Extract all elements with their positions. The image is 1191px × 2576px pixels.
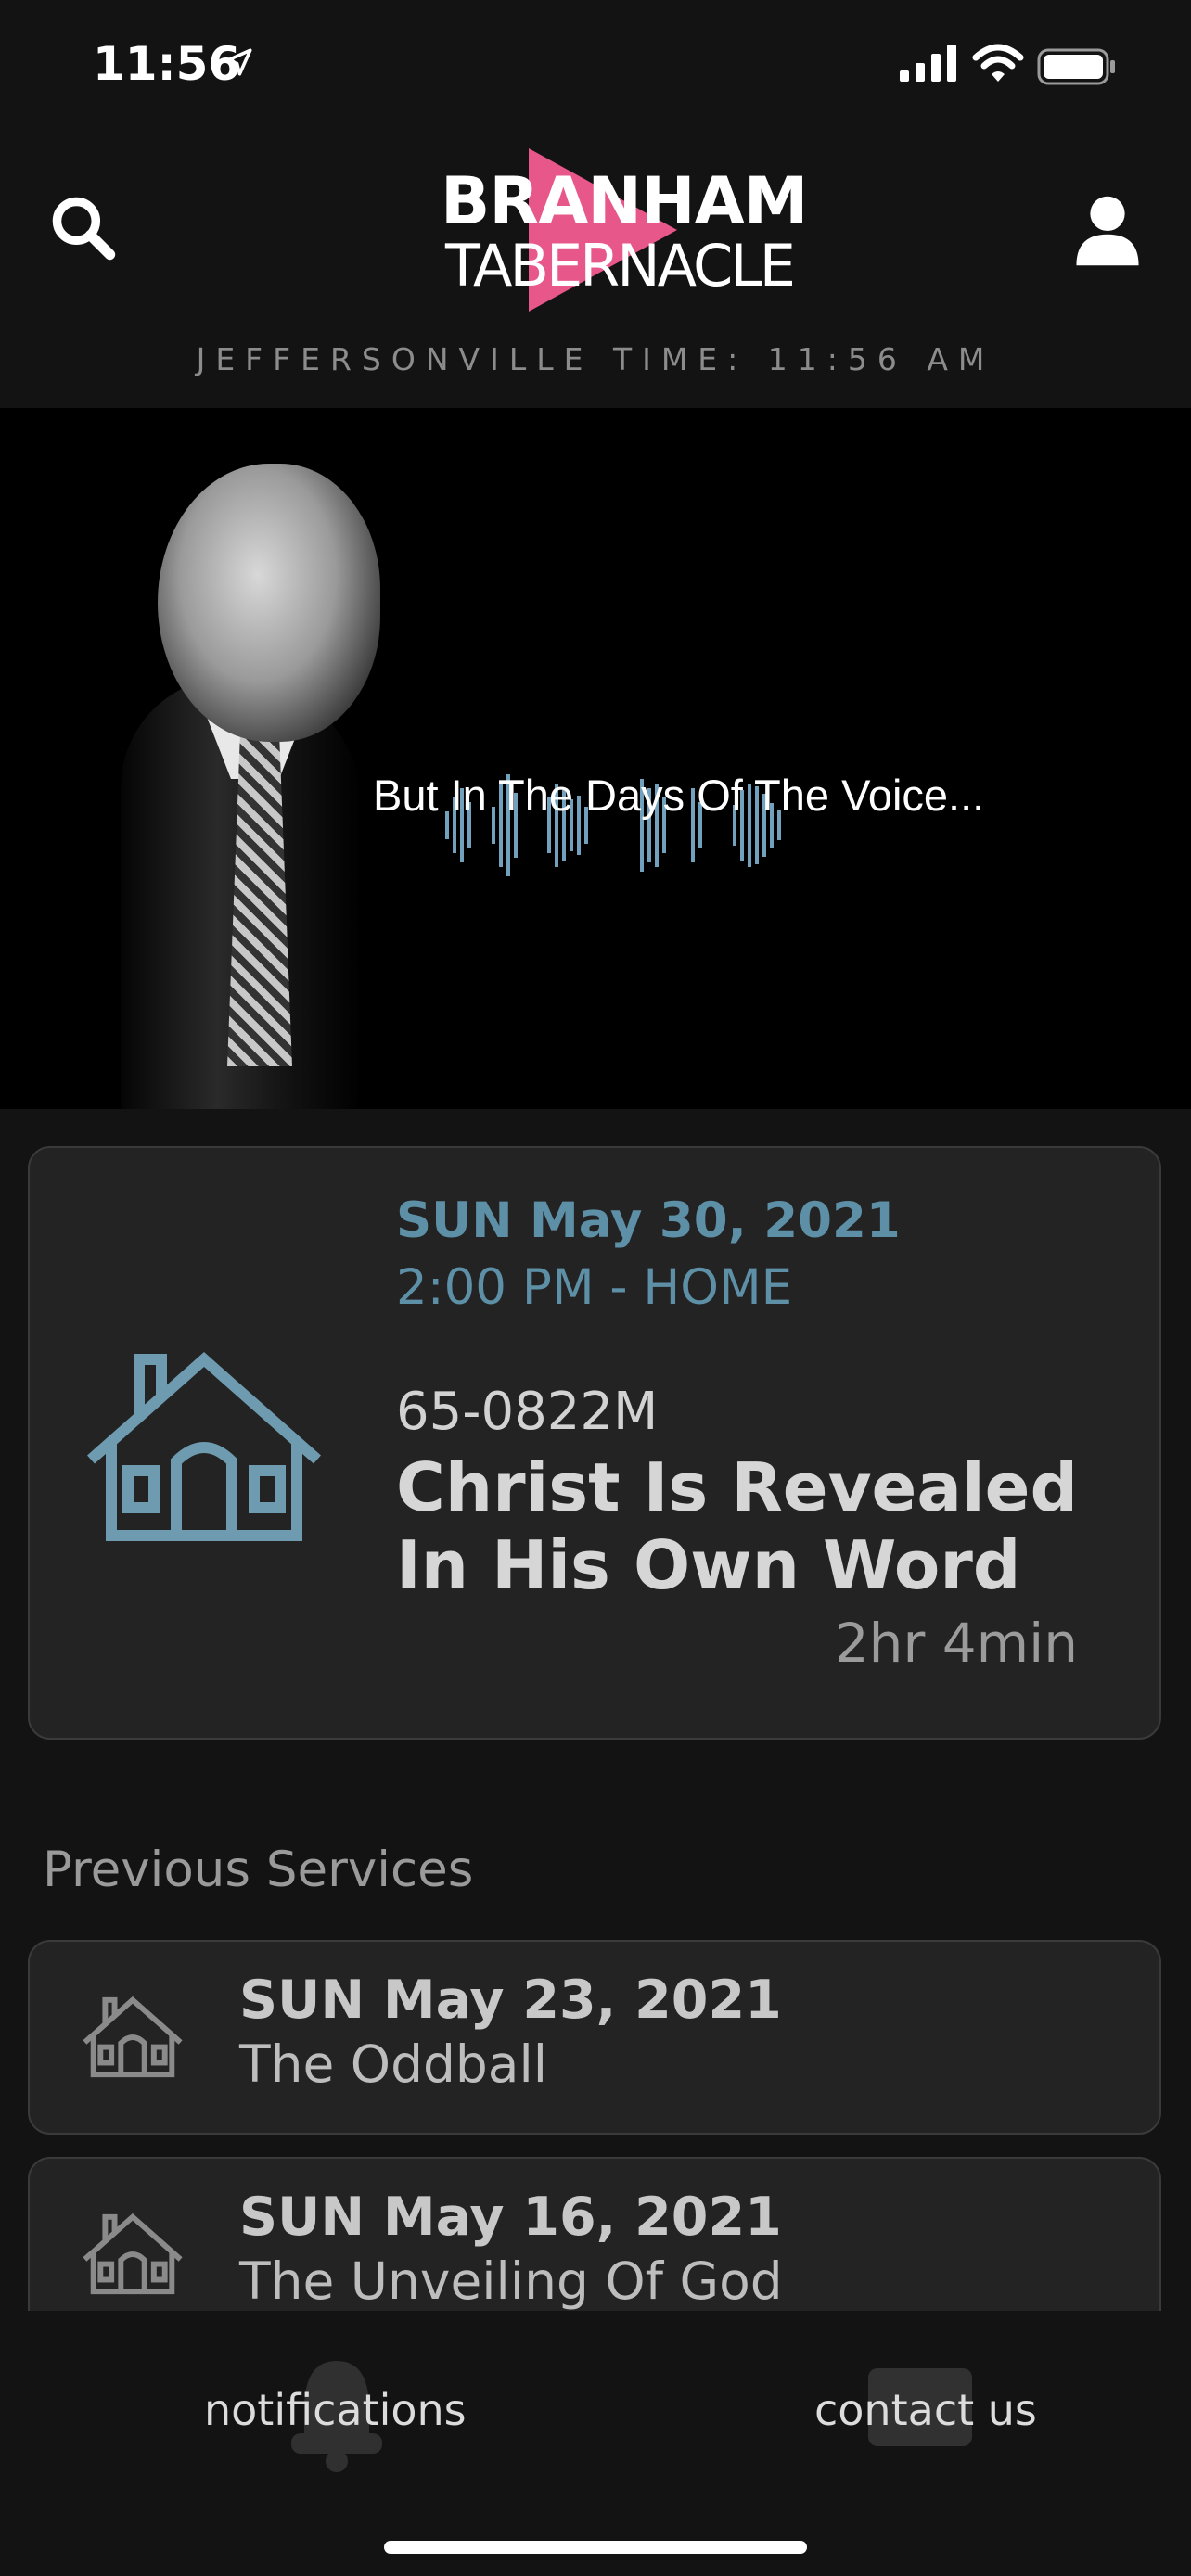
- wifi-icon: [972, 44, 1024, 82]
- home-icon: [83, 2213, 183, 2295]
- user-profile-icon[interactable]: [1072, 193, 1143, 269]
- previous-service-date: SUN May 16, 2021: [239, 2187, 782, 2248]
- bottom-tab-bar: notifications contact us: [0, 2311, 1191, 2576]
- battery-icon: [1037, 48, 1115, 85]
- logo-line1: BRANHAM: [441, 163, 808, 239]
- branham-tabernacle-logo: BRANHAM TABERNACLE: [427, 139, 808, 312]
- logo-line2: TABERNACLE: [445, 232, 796, 300]
- service-time-location: 2:00 PM - HOME: [396, 1259, 793, 1316]
- home-icon: [87, 1351, 321, 1541]
- search-icon[interactable]: [48, 193, 119, 263]
- location-arrow-icon: [224, 48, 252, 76]
- jeffersonville-time: JEFFERSONVILLE TIME: 11:56 AM: [196, 341, 995, 377]
- status-bar: 11:56: [0, 0, 1191, 130]
- tab-notifications[interactable]: notifications: [204, 2385, 467, 2435]
- previous-service-item[interactable]: SUN May 23, 2021 The Oddball: [28, 1940, 1161, 2135]
- app-header: BRANHAM TABERNACLE JEFFERSONVILLE TIME: …: [0, 130, 1191, 408]
- service-date: SUN May 30, 2021: [396, 1192, 901, 1249]
- hero-banner[interactable]: But In The Days Of The Voice...: [0, 408, 1191, 1109]
- status-time: 11:56: [93, 37, 241, 91]
- previous-services-heading: Previous Services: [43, 1842, 474, 1898]
- speaker-head: [158, 464, 380, 742]
- sermon-code: 65-0822M: [396, 1382, 659, 1442]
- previous-service-title: The Oddball: [239, 2034, 548, 2094]
- sermon-duration: 2hr 4min: [834, 1612, 1078, 1675]
- home-indicator: [384, 2541, 807, 2554]
- cellular-signal-icon: [900, 45, 956, 82]
- audio-waveform-graphic: [445, 774, 781, 876]
- previous-service-title: The Unveiling Of God: [239, 2251, 783, 2311]
- current-service-card[interactable]: SUN May 30, 2021 2:00 PM - HOME 65-0822M…: [28, 1146, 1161, 1740]
- hero-caption: But In The Days Of The Voice...: [373, 771, 985, 820]
- tab-contact-us[interactable]: contact us: [814, 2385, 1037, 2435]
- home-icon: [83, 1996, 183, 2078]
- previous-service-date: SUN May 23, 2021: [239, 1970, 782, 2031]
- sermon-title: Christ Is Revealed In His Own Word: [396, 1448, 1079, 1604]
